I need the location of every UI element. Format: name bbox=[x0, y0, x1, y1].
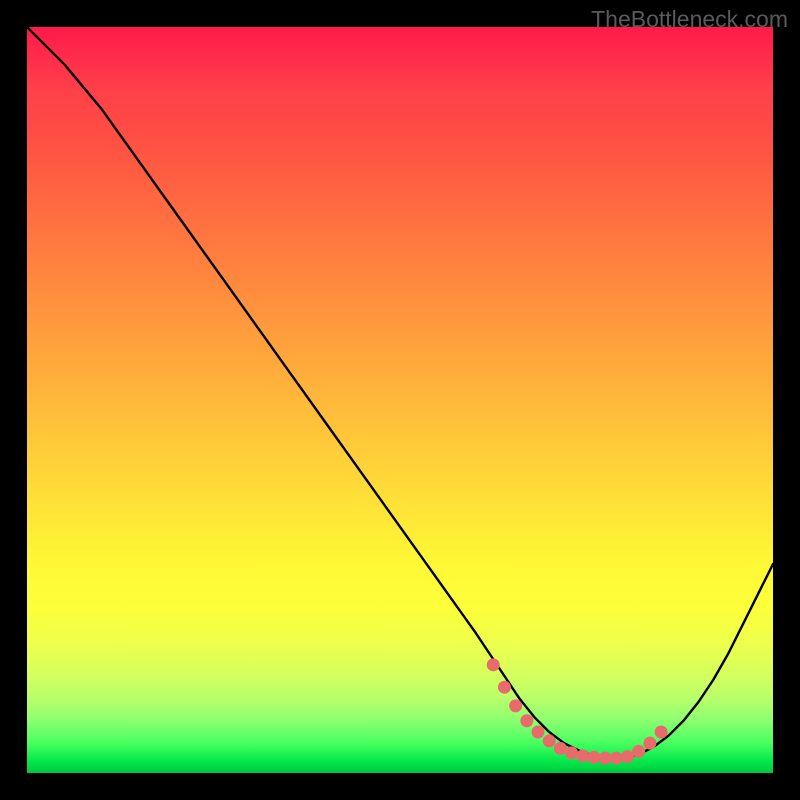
marker-dot bbox=[554, 742, 567, 755]
marker-dot bbox=[599, 752, 612, 765]
marker-dot bbox=[621, 750, 634, 763]
watermark-text: TheBottleneck.com bbox=[591, 6, 788, 33]
marker-dot bbox=[565, 746, 578, 759]
marker-dot bbox=[632, 745, 645, 758]
marker-dot bbox=[509, 699, 522, 712]
marker-dot bbox=[643, 737, 656, 750]
marker-dot bbox=[655, 725, 668, 738]
marker-dot bbox=[487, 658, 500, 671]
chart-plot-area bbox=[27, 27, 773, 773]
chart-svg bbox=[27, 27, 773, 773]
marker-dot bbox=[520, 714, 533, 727]
marker-dot bbox=[587, 751, 600, 764]
marker-dot bbox=[498, 681, 511, 694]
bottleneck-curve bbox=[27, 27, 773, 758]
marker-dot bbox=[610, 752, 623, 765]
marker-dot bbox=[543, 734, 556, 747]
marker-dot bbox=[532, 725, 545, 738]
marker-dot bbox=[576, 749, 589, 762]
